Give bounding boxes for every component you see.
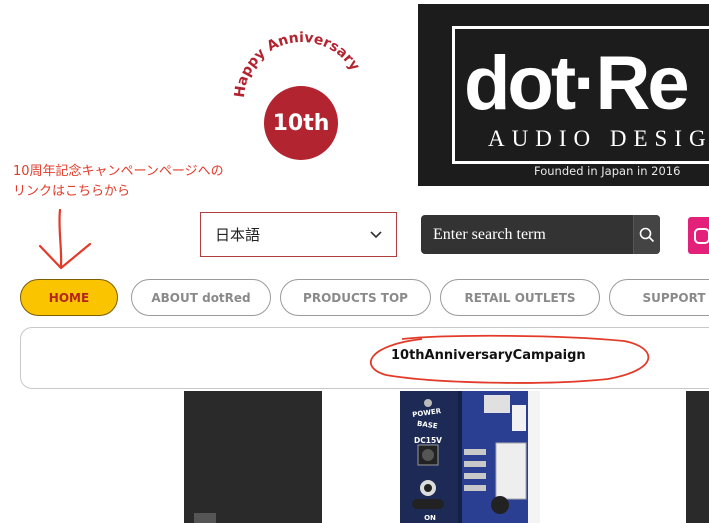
search-input[interactable] [421,215,633,254]
logo-wordmark: dot·Re [464,41,690,126]
nav-products-top[interactable]: PRODUCTS TOP [280,279,431,316]
instagram-icon[interactable] [688,217,709,254]
annotation-circle [369,334,650,384]
nav-home[interactable]: HOME [20,279,118,316]
anniversary-badge: Happy Anniversary 10th [222,28,372,160]
instagram-glyph [694,228,709,244]
logo-subtitle: AUDIO DESIG [488,126,709,151]
language-select[interactable]: 日本語 [200,212,397,257]
search-bar [421,215,660,254]
hero-right-panel [686,391,709,523]
nav-support[interactable]: SUPPORT [609,279,709,316]
nav-about[interactable]: ABOUT dotRed [131,279,271,316]
power-base-module-image: POWER BASE DC15V ON [400,391,540,523]
brand-logo[interactable]: dot·Re AUDIO DESIG Founded in Japan in 2… [418,4,709,186]
search-icon [639,227,655,242]
module-label: DC15V [414,436,442,445]
annotation-line-2: リンクはこちらから [13,184,131,199]
slider-prev-button[interactable] [194,513,216,523]
annotation-arrow-icon [38,208,92,270]
badge-number: 10th [264,86,338,160]
logo-founded: Founded in Japan in 2016 [534,164,681,178]
chevron-down-icon [370,231,382,239]
annotation-line-1: 10周年記念キャンペーンページへの [13,164,224,179]
nav-retail-outlets[interactable]: RETAIL OUTLETS [440,279,600,316]
campaign-bar: 10thAnniversaryCampaign [20,327,709,389]
annotation-note: 10周年記念キャンペーンページへの リンクはこちらから [13,162,224,202]
language-select-value: 日本語 [215,226,261,244]
search-button[interactable] [633,215,660,254]
hero-left-panel [184,391,322,523]
module-label: ON [424,514,436,522]
